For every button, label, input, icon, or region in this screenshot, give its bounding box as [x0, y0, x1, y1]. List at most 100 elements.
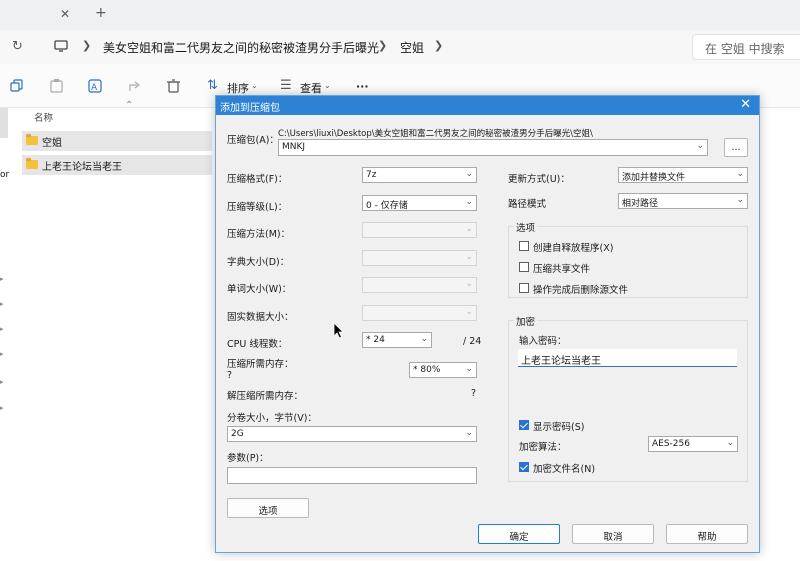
rename-icon[interactable]: A	[88, 79, 102, 93]
list-item-label: 空姐	[42, 138, 62, 149]
mem-usage-select[interactable]: * 80% ⌄	[409, 362, 477, 378]
update-mode-select[interactable]: 添加并替换文件 ⌄	[618, 167, 748, 183]
archive-path: C:\Users\liuxi\Desktop\美女空姐和富二代男友之间的秘密被渣…	[278, 129, 593, 139]
share-icon[interactable]	[128, 79, 142, 93]
help-button[interactable]: 帮助	[666, 524, 748, 544]
encryption-method-value: AES-256	[652, 439, 690, 449]
chevron-right-icon[interactable]: ▸	[0, 350, 4, 358]
password-input[interactable]: 上老王论坛当老王	[518, 349, 737, 367]
archive-name-combobox[interactable]: MNKJ ⌄	[278, 139, 708, 156]
encrypt-names-label: 加密文件名(N)	[533, 464, 596, 475]
chevron-down-icon: ⌄	[324, 81, 331, 90]
svg-text:A: A	[91, 83, 98, 93]
path-mode-label: 路径模式	[508, 199, 547, 210]
format-select[interactable]: 7z ⌄	[362, 167, 477, 183]
mem-decomp-label: 解压缩所需内存：	[227, 391, 304, 402]
chevron-right-icon[interactable]: ▸	[0, 378, 4, 386]
options-button[interactable]: 选项	[227, 498, 309, 518]
column-header-name[interactable]: 名称	[34, 110, 53, 124]
view-icon[interactable]: ☰	[280, 79, 292, 92]
close-tab-icon[interactable]: ✕	[60, 8, 70, 20]
computer-icon[interactable]	[54, 40, 68, 52]
list-item[interactable]: 空姐	[22, 131, 212, 151]
word-select[interactable]: ⌄	[362, 277, 477, 293]
search-input[interactable]: 在 空姐 中搜索	[692, 34, 800, 60]
path-mode-select[interactable]: 相对路径 ⌄	[618, 193, 748, 209]
params-input[interactable]	[227, 467, 477, 484]
chevron-right-icon[interactable]: ▸	[0, 404, 4, 412]
dict-select[interactable]: ⌄	[362, 250, 477, 266]
ok-button[interactable]: 确定	[478, 524, 560, 544]
cpu-value: * 24	[366, 335, 385, 345]
cpu-label: CPU 线程数：	[227, 339, 288, 350]
delete-after-label: 操作完成后删除源文件	[533, 285, 629, 296]
mouse-cursor-icon	[333, 322, 344, 339]
mem-pct-value: * 80%	[413, 365, 441, 375]
level-select[interactable]: 0 - 仅存储 ⌄	[362, 195, 477, 211]
chevron-right-icon: ❯	[82, 39, 92, 52]
mem-decomp-value: ?	[471, 388, 477, 399]
chevron-right-icon[interactable]: ▸	[0, 275, 4, 283]
sfx-label: 创建自释放程序(X)	[533, 243, 614, 254]
word-label: 单词大小(W)：	[227, 284, 292, 295]
encryption-method-select[interactable]: AES-256 ⌄	[648, 436, 738, 452]
sort-button[interactable]: 排序	[227, 80, 249, 96]
chevron-right-icon[interactable]: ▸	[0, 300, 4, 308]
sort-caret-icon: ⌃	[125, 100, 134, 111]
show-password-checkbox[interactable]	[519, 420, 529, 430]
refresh-icon[interactable]: ↻	[12, 40, 23, 53]
breadcrumb-folder-2[interactable]: 空姐	[400, 39, 424, 56]
sidebar-selection	[0, 108, 8, 138]
dict-label: 字典大小(D)：	[227, 257, 290, 268]
chevron-down-icon: ⌄	[465, 197, 473, 207]
level-value: 0 - 仅存储	[366, 201, 408, 211]
encrypt-names-checkbox[interactable]	[519, 462, 529, 472]
cpu-threads-select[interactable]: * 24 ⌄	[362, 332, 432, 348]
add-to-archive-dialog: 添加到压缩包 ✕ 压缩包(A)： C:\Users\liuxi\Desktop\…	[215, 95, 760, 553]
sort-icon[interactable]: ⇅	[207, 79, 218, 92]
update-mode-value: 添加并替换文件	[622, 173, 686, 183]
split-value: 2G	[231, 429, 244, 439]
delete-icon[interactable]	[167, 79, 180, 93]
dialog-titlebar[interactable]: 添加到压缩包 ✕	[216, 96, 759, 115]
chevron-right-icon: ❯	[378, 39, 388, 52]
more-button[interactable]: ···	[356, 80, 369, 93]
delete-after-checkbox[interactable]	[519, 283, 529, 293]
encryption-method-label: 加密算法：	[519, 442, 567, 453]
chevron-down-icon: ⌄	[465, 307, 473, 317]
format-label: 压缩格式(F)：	[227, 174, 288, 185]
format-value: 7z	[366, 170, 377, 180]
chevron-down-icon: ⌄	[465, 169, 473, 179]
cancel-button[interactable]: 取消	[572, 524, 654, 544]
chevron-down-icon: ⌄	[696, 141, 704, 151]
mem-comp-label: 压缩所需内存：	[227, 359, 294, 370]
new-tab-icon[interactable]: +	[95, 6, 107, 20]
sfx-checkbox[interactable]	[519, 241, 529, 251]
chevron-down-icon: ⌄	[465, 279, 473, 289]
update-mode-label: 更新方式(U)：	[508, 174, 570, 185]
shared-files-checkbox[interactable]	[519, 262, 529, 272]
method-label: 压缩方法(M)：	[227, 229, 291, 240]
cpu-total: / 24	[463, 336, 482, 347]
browse-button[interactable]: ...	[724, 138, 748, 157]
chevron-down-icon: ⌄	[465, 224, 473, 234]
copy-icon[interactable]	[10, 79, 23, 92]
chevron-down-icon: ⌄	[465, 428, 473, 438]
breadcrumb-folder-1[interactable]: 美女空姐和富二代男友之间的秘密被渣男分手后曝光	[103, 39, 379, 56]
options-group-title: 选项	[514, 220, 538, 234]
list-item[interactable]: 上老王论坛当老王	[22, 155, 212, 175]
solid-select[interactable]: ⌄	[362, 305, 477, 321]
chevron-down-icon: ⌄	[726, 438, 734, 448]
paste-icon[interactable]	[50, 79, 63, 93]
split-size-combobox[interactable]: 2G ⌄	[227, 426, 477, 442]
method-select[interactable]: ⌄	[362, 222, 477, 238]
chevron-down-icon: ⌄	[736, 169, 744, 179]
chevron-right-icon[interactable]: ▸	[0, 325, 4, 333]
solid-label: 固实数据大小：	[227, 312, 294, 323]
chevron-down-icon: ⌄	[465, 252, 473, 262]
view-button[interactable]: 查看	[300, 80, 322, 96]
folder-icon	[26, 158, 38, 169]
close-icon[interactable]: ✕	[740, 97, 751, 112]
path-mode-value: 相对路径	[622, 199, 659, 209]
sidebar-fragment: or	[0, 170, 10, 180]
